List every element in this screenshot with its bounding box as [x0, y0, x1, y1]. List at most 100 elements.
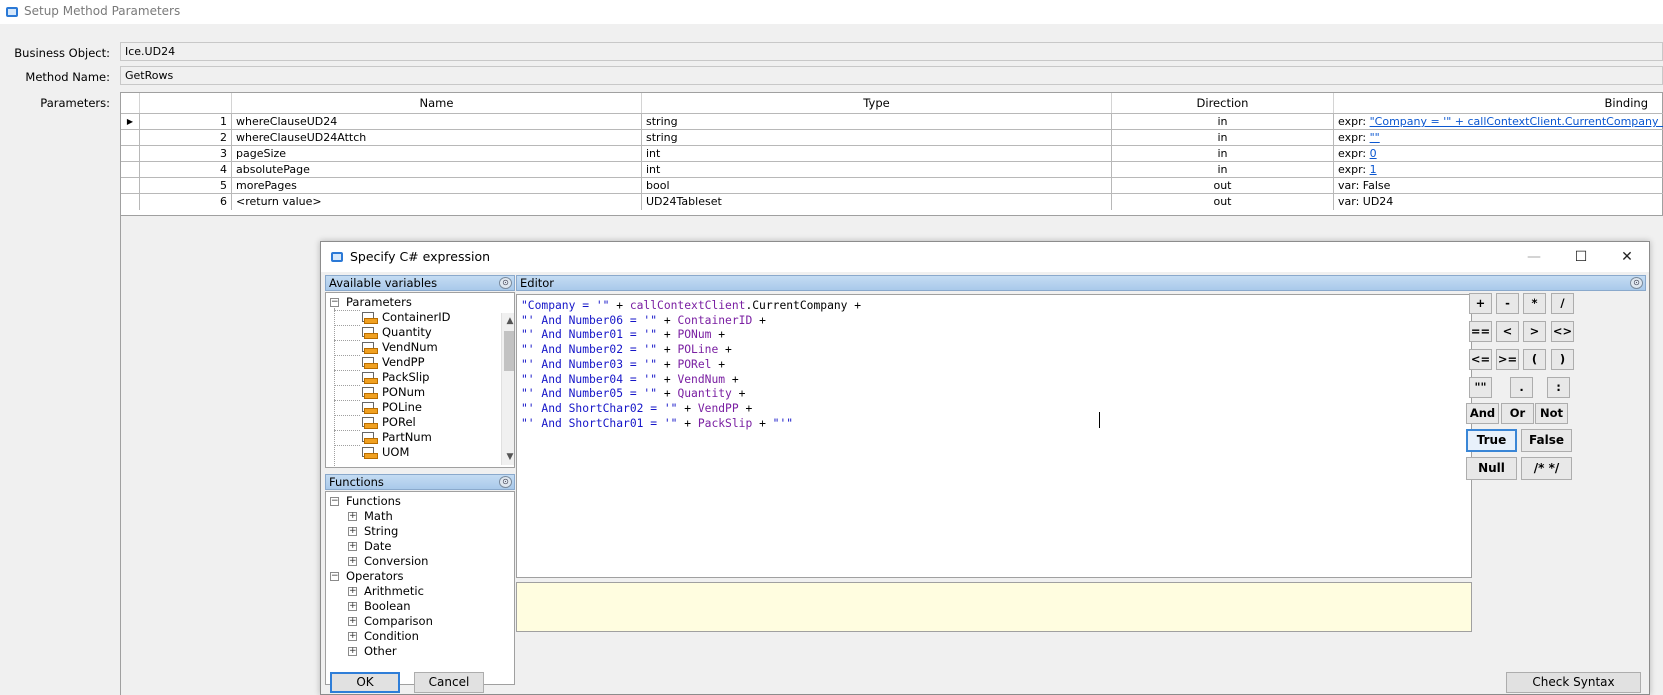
operator-button[interactable]: .	[1510, 377, 1533, 398]
table-row[interactable]: 6 <return value> UD24Tableset out var: UD24	[121, 193, 1663, 210]
minimize-icon[interactable]: —	[1511, 246, 1557, 268]
binding-expression-link[interactable]: "Company = '" + callContextClient.Curren…	[1370, 115, 1663, 128]
operator-button[interactable]: )	[1551, 349, 1574, 370]
tree-node-variable[interactable]: PackSlip	[382, 370, 429, 385]
tree-node-parameters[interactable]: Parameters	[346, 295, 412, 310]
param-binding-cell[interactable]: expr: 0	[1334, 146, 1663, 162]
tree-node-variable[interactable]: UOM	[382, 445, 409, 460]
functions-tree[interactable]: − Functions + Math + String + Date + Conversion − O…	[325, 491, 515, 685]
tree-node-category[interactable]: Math	[364, 509, 393, 524]
tree-node-variable[interactable]: PartNum	[382, 430, 432, 445]
operator-button[interactable]: ==	[1469, 321, 1492, 342]
pin-icon[interactable]: ⊙	[1630, 277, 1643, 289]
operator-button[interactable]: >	[1523, 321, 1546, 342]
expand-icon[interactable]: +	[348, 617, 357, 626]
false-button[interactable]: False	[1521, 429, 1572, 452]
logic-button[interactable]: Or	[1501, 403, 1534, 424]
scroll-thumb[interactable]	[504, 331, 514, 371]
comment-button[interactable]: /* */	[1521, 457, 1572, 480]
tree-node-category[interactable]: Comparison	[364, 614, 433, 629]
param-name-cell[interactable]: absolutePage	[232, 162, 642, 178]
tree-node-category[interactable]: Date	[364, 539, 392, 554]
row-selector[interactable]	[121, 146, 140, 162]
binding-expression-link[interactable]: 1	[1370, 163, 1377, 176]
table-row[interactable]: 5 morePages bool out var: False	[121, 177, 1663, 194]
parameters-grid[interactable]: Name Type Direction Binding ▶ 1 whereClaus…	[120, 92, 1663, 216]
expand-icon[interactable]: +	[348, 557, 357, 566]
param-name-cell[interactable]: <return value>	[232, 194, 642, 210]
expand-icon[interactable]: +	[348, 512, 357, 521]
tree-node-category[interactable]: Boolean	[364, 599, 411, 614]
tree-node-category[interactable]: Arithmetic	[364, 584, 424, 599]
row-selector[interactable]	[121, 178, 140, 194]
close-icon[interactable]: ✕	[1604, 246, 1650, 268]
param-direction-cell[interactable]: in	[1112, 130, 1334, 146]
param-name-cell[interactable]: whereClauseUD24	[232, 114, 642, 130]
param-binding-cell[interactable]: var: False	[1334, 178, 1663, 194]
operator-button[interactable]: +	[1469, 293, 1492, 314]
ok-button[interactable]: OK	[330, 672, 400, 693]
param-direction-cell[interactable]: in	[1112, 162, 1334, 178]
param-type-cell[interactable]: UD24Tableset	[642, 194, 1112, 210]
table-row[interactable]: 4 absolutePage int in expr: 1	[121, 161, 1663, 178]
tree-node-variable[interactable]: Quantity	[382, 325, 432, 340]
tree-node-category[interactable]: String	[364, 524, 398, 539]
scroll-down-icon[interactable]: ▼	[502, 449, 514, 465]
code-editor[interactable]: "Company = '" + callContextClient.Curren…	[516, 294, 1472, 578]
collapse-icon[interactable]: −	[330, 298, 339, 307]
operator-button[interactable]: /	[1551, 293, 1574, 314]
grid-header-type[interactable]: Type	[642, 93, 1112, 113]
operator-button[interactable]: >=	[1496, 349, 1519, 370]
maximize-icon[interactable]: ☐	[1558, 246, 1604, 268]
param-direction-cell[interactable]: out	[1112, 194, 1334, 210]
param-type-cell[interactable]: string	[642, 114, 1112, 130]
param-direction-cell[interactable]: in	[1112, 114, 1334, 130]
tree-node-variable[interactable]: VendPP	[382, 355, 425, 370]
grid-header-direction[interactable]: Direction	[1112, 93, 1334, 113]
operator-button[interactable]: <=	[1469, 349, 1492, 370]
row-selector[interactable]: ▶	[121, 114, 140, 130]
tree-node-group[interactable]: Functions	[346, 494, 401, 509]
logic-button[interactable]: And	[1466, 403, 1499, 424]
tree-node-variable[interactable]: PONum	[382, 385, 425, 400]
param-type-cell[interactable]: string	[642, 130, 1112, 146]
variables-scrollbar[interactable]: ▲ ▼	[501, 313, 514, 465]
expand-icon[interactable]: +	[348, 542, 357, 551]
tree-node-variable[interactable]: ContainerID	[382, 310, 450, 325]
tree-node-category[interactable]: Condition	[364, 629, 419, 644]
param-type-cell[interactable]: bool	[642, 178, 1112, 194]
param-binding-cell[interactable]: var: UD24	[1334, 194, 1663, 210]
param-binding-cell[interactable]: expr: ""	[1334, 130, 1663, 146]
expand-icon[interactable]: +	[348, 632, 357, 641]
param-direction-cell[interactable]: in	[1112, 146, 1334, 162]
tree-node-variable[interactable]: PORel	[382, 415, 416, 430]
scroll-up-icon[interactable]: ▲	[502, 313, 514, 329]
param-name-cell[interactable]: whereClauseUD24Attch	[232, 130, 642, 146]
tree-node-group[interactable]: Operators	[346, 569, 403, 584]
param-direction-cell[interactable]: out	[1112, 178, 1334, 194]
row-selector[interactable]	[121, 162, 140, 178]
operator-button[interactable]: :	[1547, 377, 1570, 398]
expand-icon[interactable]: +	[348, 647, 357, 656]
operator-button[interactable]: (	[1523, 349, 1546, 370]
operator-button[interactable]: *	[1523, 293, 1546, 314]
operator-button[interactable]: <	[1496, 321, 1519, 342]
param-type-cell[interactable]: int	[642, 162, 1112, 178]
collapse-icon[interactable]: −	[330, 497, 339, 506]
pin-icon[interactable]: ⊙	[499, 277, 512, 289]
tree-node-category[interactable]: Conversion	[364, 554, 428, 569]
expand-icon[interactable]: +	[348, 602, 357, 611]
binding-expression-link[interactable]: 0	[1370, 147, 1377, 160]
operator-button[interactable]: -	[1496, 293, 1519, 314]
tree-node-variable[interactable]: VendNum	[382, 340, 438, 355]
business-object-field[interactable]: Ice.UD24	[120, 42, 1663, 61]
method-name-field[interactable]: GetRows	[120, 66, 1663, 85]
param-name-cell[interactable]: pageSize	[232, 146, 642, 162]
collapse-icon[interactable]: −	[330, 572, 339, 581]
param-binding-cell[interactable]: expr: 1	[1334, 162, 1663, 178]
grid-header-binding[interactable]: Binding	[1334, 93, 1663, 113]
param-type-cell[interactable]: int	[642, 146, 1112, 162]
row-selector[interactable]	[121, 194, 140, 210]
check-syntax-button[interactable]: Check Syntax	[1506, 672, 1641, 693]
tree-node-variable[interactable]: POLine	[382, 400, 422, 415]
